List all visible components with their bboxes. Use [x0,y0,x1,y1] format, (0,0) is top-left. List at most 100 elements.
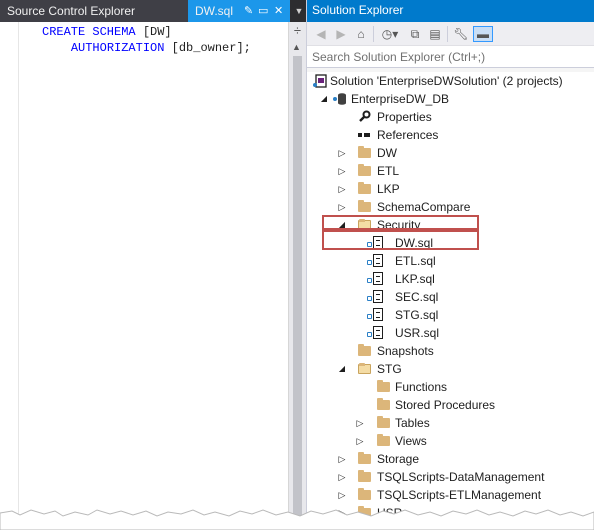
tree-item-folder-tsqlscripts-etlmanagement[interactable]: ▷ TSQLScripts-ETLManagement [307,486,594,504]
pin-tab-icon[interactable]: ▭ [258,0,268,22]
history-icon[interactable]: ◷▾ [377,25,403,43]
file-label: STG.sql [395,308,439,322]
tree-item-folder-lkp[interactable]: ▷ LKP [307,180,594,198]
folder-label: ETL [377,164,400,178]
code-schema-name: [DW] [135,25,172,39]
tab-source-control-explorer[interactable]: Source Control Explorer [0,0,188,22]
expand-chevron-icon[interactable]: ▷ [337,468,347,486]
tree-item-file-etl-sql[interactable]: ETL.sql [307,252,594,270]
collapse-all-icon[interactable]: ⧉ [407,25,423,43]
highlight-dw-sql-file [322,230,479,250]
source-control-lock-icon [367,332,372,337]
references-icon [357,128,373,142]
folder-icon [358,452,371,464]
source-control-lock-icon [367,296,372,301]
folder-label: Functions [395,380,448,394]
tree-item-folder-tsqlscripts-datamanagement[interactable]: ▷ TSQLScripts-DataManagement [307,468,594,486]
tree-item-folder-tables[interactable]: ▷ Tables [307,414,594,432]
editor-vertical-scrollbar[interactable]: ÷ ▲ [288,22,306,530]
forward-arrow-icon[interactable]: ▶ [333,25,349,43]
expand-chevron-icon[interactable]: ▷ [337,144,347,162]
tab-dw-sql[interactable]: DW.sql ✎ ▭ ✕ [188,0,290,22]
tree-item-folder-dw[interactable]: ▷ DW [307,144,594,162]
back-arrow-icon[interactable]: ◀ [313,25,329,43]
expand-chevron-icon[interactable]: ▷ [337,486,347,504]
highlight-security-folder [322,215,479,230]
source-control-lock-icon [367,260,372,265]
scrollbar-thumb[interactable] [293,56,302,516]
folder-icon [358,200,371,212]
expand-chevron-icon[interactable]: ▷ [337,180,347,198]
torn-edge-decoration [0,509,594,530]
sql-file-icon [367,290,383,304]
expand-chevron-icon[interactable]: ▷ [337,198,347,216]
tree-item-references[interactable]: References [307,126,594,144]
tree-item-project[interactable]: ◢ EnterpriseDW_DB [307,90,594,108]
show-all-files-icon[interactable]: ▤ [427,25,443,43]
sql-file-icon [367,308,383,322]
tree-item-folder-snapshots[interactable]: Snapshots [307,342,594,360]
tree-item-solution[interactable]: Solution 'EnterpriseDWSolution' (2 proje… [307,72,594,90]
folder-label: STG [377,362,402,376]
tree-item-folder-schemacompare[interactable]: ▷ SchemaCompare [307,198,594,216]
gutter-divider [18,22,19,530]
home-icon[interactable]: ⌂ [353,25,369,43]
close-tab-icon[interactable]: ✕ [274,0,283,22]
split-editor-icon[interactable]: ÷ [291,24,304,38]
database-project-icon [331,92,347,106]
code-keyword-authorization: AUTHORIZATION [70,41,165,55]
solution-explorer-search[interactable] [307,46,594,68]
tree-item-file-stg-sql[interactable]: STG.sql [307,306,594,324]
properties-label: Properties [377,110,432,124]
sql-file-icon [367,272,383,286]
code-editor[interactable]: CREATE SCHEMA [DW] AUTHORIZATION [db_own… [0,22,288,530]
project-label: EnterpriseDW_DB [351,92,450,106]
tree-item-folder-functions[interactable]: Functions [307,378,594,396]
tree-item-folder-views[interactable]: ▷ Views [307,432,594,450]
toolbar-separator [373,26,374,42]
scroll-up-icon[interactable]: ▲ [292,42,301,52]
file-label: USR.sql [395,326,440,340]
file-label: LKP.sql [395,272,435,286]
folder-label: Stored Procedures [395,398,496,412]
tree-item-file-usr-sql[interactable]: USR.sql [307,324,594,342]
tree-item-properties[interactable]: Properties [307,108,594,126]
folder-icon [358,488,371,500]
solution-tree: Solution 'EnterpriseDWSolution' (2 proje… [307,72,594,530]
tab-dw-sql-label: DW.sql [195,4,234,18]
preview-pin-icon[interactable]: ▬ [473,26,493,42]
file-label: ETL.sql [395,254,436,268]
document-tab-bar: Source Control Explorer DW.sql ✎ ▭ ✕ ▼ [0,0,306,22]
folder-icon [377,416,390,428]
tab-overflow-chevron-icon[interactable]: ▼ [292,0,306,22]
folder-label: Tables [395,416,430,430]
sql-file-icon [367,254,383,268]
solution-explorer-toolbar: ◀ ▶ ⌂ ◷▾ ⧉ ▤ 🔧︎ ▬ [307,22,594,46]
expand-chevron-icon[interactable]: ▷ [355,432,365,450]
code-text: CREATE SCHEMA [DW] AUTHORIZATION [db_own… [42,24,251,56]
tree-item-file-sec-sql[interactable]: SEC.sql [307,288,594,306]
source-control-lock-icon [367,314,372,319]
folder-label: TSQLScripts-ETLManagement [377,488,542,502]
expand-chevron-icon[interactable]: ▷ [337,450,347,468]
expand-chevron-icon[interactable]: ▷ [337,162,347,180]
folder-label: TSQLScripts-DataManagement [377,470,545,484]
folder-label: SchemaCompare [377,200,471,214]
collapse-chevron-icon[interactable]: ◢ [319,90,329,108]
collapse-chevron-icon[interactable]: ◢ [337,360,347,378]
solution-explorer-title: Solution Explorer [307,0,594,22]
folder-label: Snapshots [377,344,434,358]
expand-chevron-icon[interactable]: ▷ [355,414,365,432]
wrench-icon[interactable]: 🔧︎ [453,25,469,43]
search-input[interactable] [307,46,594,67]
tree-item-file-lkp-sql[interactable]: LKP.sql [307,270,594,288]
tab-source-control-explorer-label: Source Control Explorer [7,4,136,18]
tree-item-folder-storage[interactable]: ▷ Storage [307,450,594,468]
folder-icon [377,380,390,392]
tree-item-folder-stg[interactable]: ◢ STG [307,360,594,378]
folder-icon [358,344,371,356]
sql-file-icon [367,326,383,340]
preview-indicator-icon: ✎ [244,5,254,17]
tree-item-folder-stored-procedures[interactable]: Stored Procedures [307,396,594,414]
tree-item-folder-etl[interactable]: ▷ ETL [307,162,594,180]
